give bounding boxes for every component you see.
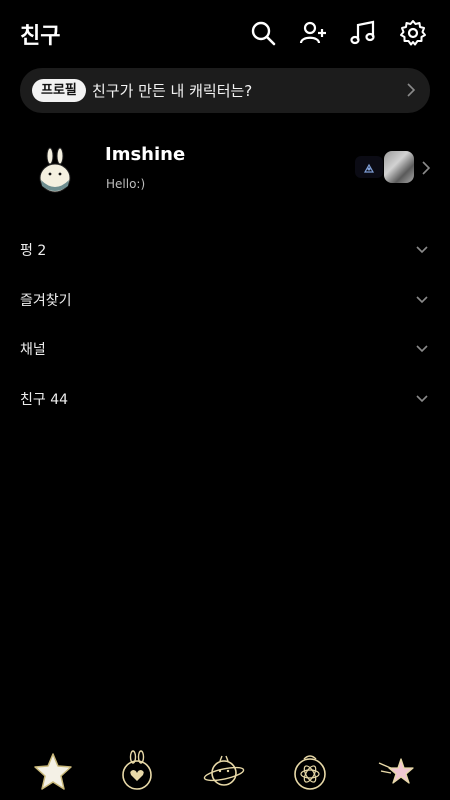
chevron-right-icon [422,161,431,175]
banner-text: 친구가 만든 내 캐릭터는? [92,82,253,100]
chevron-down-icon [416,395,428,403]
section-channels[interactable]: 채널 [0,334,450,364]
more-shooting-star-icon[interactable] [375,749,419,793]
page-title: 친구 [20,24,61,49]
section-updates[interactable]: 펑 2 [0,235,450,265]
profile-banner[interactable]: 프로필 친구가 만든 내 캐릭터는? [20,68,430,113]
chat-bunny-icon[interactable] [115,749,159,793]
shopping-atom-icon[interactable] [288,749,332,793]
settings-icon[interactable] [399,19,427,47]
profile-status-message: Hello:) [106,177,146,191]
music-icon[interactable] [349,19,377,47]
bottom-tab-bar [0,745,450,795]
avatar[interactable] [30,144,82,196]
openchat-planet-icon[interactable] [202,749,246,793]
profile-tag: 프로필 [32,79,86,102]
profile-music-cover[interactable] [384,151,414,183]
profile-name: Imshine [105,144,186,165]
search-icon[interactable] [249,19,277,47]
add-friend-icon[interactable] [299,19,327,47]
chevron-right-icon [407,83,416,97]
section-favorites[interactable]: 즐겨찾기 [0,285,450,315]
profile-music-thumbnail[interactable] [355,156,383,178]
section-label: 펑 2 [20,243,47,259]
my-profile-row[interactable]: Imshine Hello:) [0,130,450,210]
header: 친구 [0,0,450,66]
chevron-down-icon [416,345,428,353]
section-label: 친구 44 [20,392,69,408]
section-label: 즐겨찾기 [20,293,72,309]
chevron-down-icon [416,296,428,304]
section-friends[interactable]: 친구 44 [0,384,450,414]
section-label: 채널 [20,342,46,358]
friends-star-icon[interactable] [31,749,75,793]
chevron-down-icon [416,246,428,254]
